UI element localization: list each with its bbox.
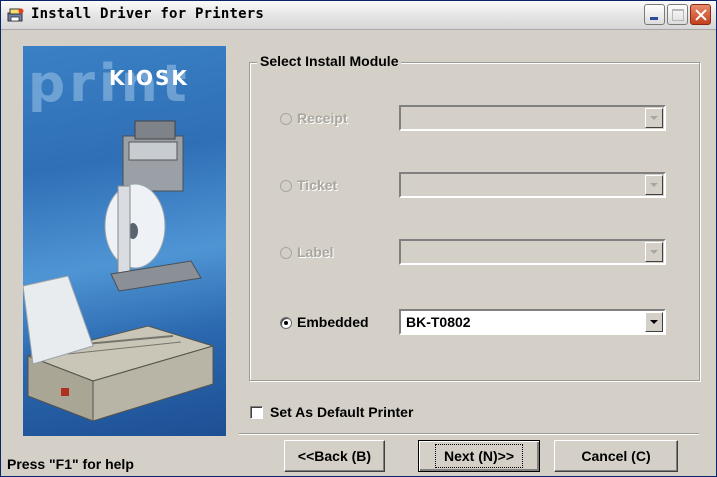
radio-label[interactable] xyxy=(280,247,292,259)
chevron-down-icon[interactable] xyxy=(645,312,663,332)
radio-label-label: Label xyxy=(297,244,334,260)
radio-embedded[interactable] xyxy=(280,317,292,329)
chevron-down-icon[interactable] xyxy=(645,175,663,195)
default-printer-label[interactable]: Set As Default Printer xyxy=(270,404,413,420)
chevron-down-icon[interactable] xyxy=(645,242,663,262)
kiosk-banner-image: print KIOSK xyxy=(23,46,226,436)
radio-receipt-label: Receipt xyxy=(297,110,348,126)
ticket-combo[interactable] xyxy=(399,172,666,198)
group-title: Select Install Module xyxy=(257,53,402,69)
back-button[interactable]: <<Back (B) xyxy=(284,440,385,472)
next-button-label: Next (N)>> xyxy=(434,444,524,468)
receipt-combo[interactable] xyxy=(399,105,666,131)
default-printer-checkbox[interactable] xyxy=(250,406,263,419)
window-title: Install Driver for Printers xyxy=(31,6,264,22)
radio-receipt[interactable] xyxy=(280,113,292,125)
radio-ticket[interactable] xyxy=(280,180,292,192)
divider xyxy=(239,433,699,435)
maximize-button xyxy=(667,4,688,25)
close-button[interactable] xyxy=(690,4,711,25)
title-bar[interactable]: Install Driver for Printers xyxy=(1,1,716,30)
radio-embedded-label: Embedded xyxy=(297,314,369,330)
printer-illustration xyxy=(23,120,215,422)
cancel-button[interactable]: Cancel (C) xyxy=(554,440,678,472)
chevron-down-icon[interactable] xyxy=(645,108,663,128)
cancel-button-label: Cancel (C) xyxy=(581,448,651,464)
help-hint: Press "F1" for help xyxy=(7,456,134,472)
embedded-model-value: BK-T0802 xyxy=(406,314,471,330)
install-driver-window: Install Driver for Printers print KIOSK xyxy=(0,0,717,477)
next-button[interactable]: Next (N)>> xyxy=(418,440,540,472)
back-button-label: <<Back (B) xyxy=(297,448,372,464)
app-icon xyxy=(7,8,24,22)
embedded-model-select[interactable]: BK-T0802 xyxy=(399,309,666,335)
radio-ticket-label: Ticket xyxy=(297,177,338,193)
minimize-button[interactable] xyxy=(644,4,665,25)
label-combo[interactable] xyxy=(399,239,666,265)
